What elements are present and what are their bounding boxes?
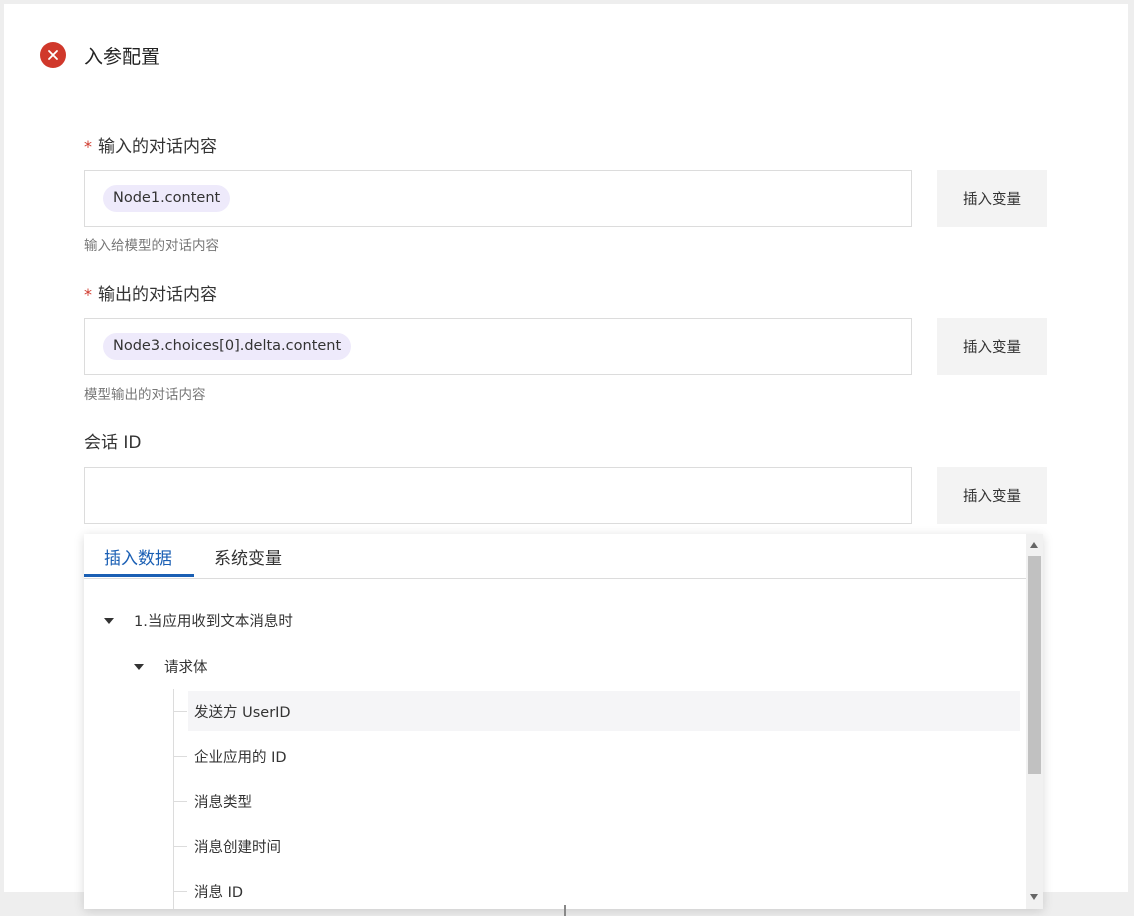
- tree-guide-line: [173, 689, 174, 909]
- output-content-hint: 模型输出的对话内容: [84, 387, 206, 403]
- insert-variable-button-input[interactable]: 插入变量: [937, 170, 1047, 227]
- dropdown-tabs: 插入数据 系统变量: [84, 534, 1026, 579]
- tree-node-root[interactable]: 1.当应用收到文本消息时: [104, 610, 293, 631]
- variable-chip[interactable]: Node3.choices[0].delta.content: [103, 333, 352, 360]
- caret-down-icon[interactable]: [134, 663, 144, 670]
- scroll-up-arrow-icon[interactable]: [1030, 542, 1038, 548]
- tab-system-variables[interactable]: 系统变量: [214, 544, 282, 577]
- input-content-label-text: 输入的对话内容: [98, 137, 217, 157]
- tree-leaf-message-created-time[interactable]: 消息创建时间: [188, 826, 1020, 866]
- tab-insert-data[interactable]: 插入数据: [104, 544, 172, 577]
- tree-branch-line: [173, 756, 187, 757]
- required-mark: *: [84, 285, 92, 304]
- scrollbar-thumb[interactable]: [1028, 556, 1041, 774]
- tree-branch-line: [173, 846, 187, 847]
- tree-leaf-app-id[interactable]: 企业应用的 ID: [188, 736, 1020, 776]
- section-header: 入参配置: [40, 40, 160, 70]
- variable-chip[interactable]: Node1.content: [103, 185, 231, 212]
- tree-node-request-body-label: 请求体: [164, 660, 208, 676]
- output-content-label-text: 输出的对话内容: [98, 285, 217, 305]
- tree-leaf-message-type[interactable]: 消息类型: [188, 781, 1020, 821]
- tree-branch-line: [173, 891, 187, 892]
- tree-node-root-label: 1.当应用收到文本消息时: [134, 614, 293, 630]
- tree-leaf-sender-userid[interactable]: 发送方 UserID: [188, 691, 1020, 731]
- tree-branch-line: [173, 711, 187, 712]
- active-tab-indicator: [84, 574, 194, 577]
- tree-branch-line: [173, 801, 187, 802]
- insert-data-dropdown: 插入数据 系统变量 1.当应用收到文本消息时 请求体 发送方 UserID 企业…: [84, 534, 1043, 909]
- output-content-field[interactable]: Node3.choices[0].delta.content: [84, 318, 912, 375]
- caret-down-icon[interactable]: [104, 617, 114, 624]
- input-content-field[interactable]: Node1.content: [84, 170, 912, 227]
- session-id-label-text: 会话 ID: [84, 433, 142, 453]
- tree-leaf-message-id[interactable]: 消息 ID: [188, 871, 1020, 909]
- output-content-label: * 输出的对话内容: [84, 280, 217, 305]
- dropdown-scrollbar[interactable]: [1026, 534, 1043, 909]
- input-content-hint: 输入给模型的对话内容: [84, 238, 219, 254]
- insert-variable-button-output[interactable]: 插入变量: [937, 318, 1047, 375]
- tree-node-request-body[interactable]: 请求体: [134, 656, 208, 677]
- section-title: 入参配置: [84, 45, 161, 68]
- input-content-label: * 输入的对话内容: [84, 132, 217, 157]
- insert-variable-button-session[interactable]: 插入变量: [937, 467, 1047, 524]
- session-id-field[interactable]: [84, 467, 912, 524]
- session-id-label: 会话 ID: [84, 428, 142, 453]
- scroll-down-arrow-icon[interactable]: [1030, 894, 1038, 900]
- divider: [564, 905, 566, 916]
- error-circle-icon: [40, 42, 66, 68]
- required-mark: *: [84, 137, 92, 156]
